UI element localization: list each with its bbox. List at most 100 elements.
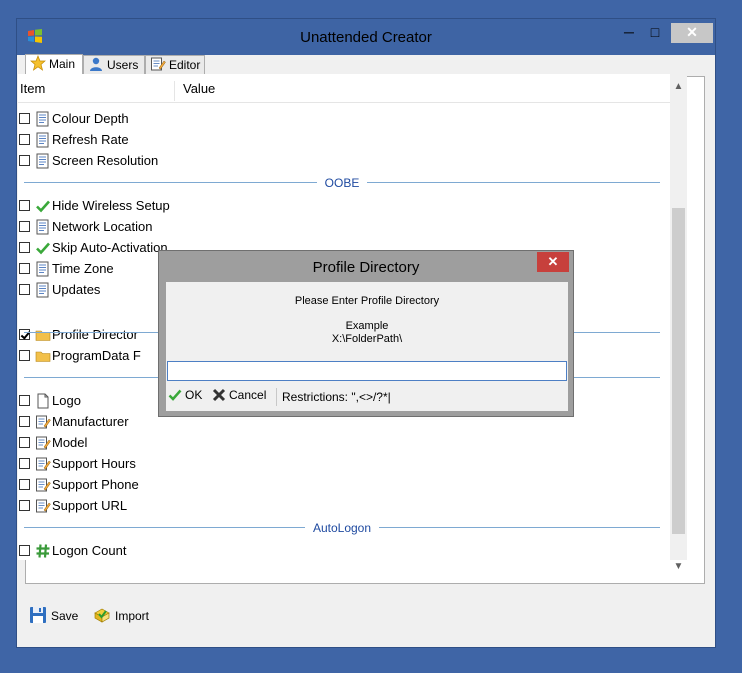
row-checkbox[interactable] xyxy=(19,395,30,406)
ok-button[interactable]: OK xyxy=(168,388,202,402)
row-label: Updates xyxy=(52,282,101,297)
tab-users[interactable]: Users xyxy=(83,55,145,75)
checkmark-icon xyxy=(168,389,182,401)
row-checkbox[interactable] xyxy=(19,284,30,295)
save-button[interactable]: Save xyxy=(29,605,78,627)
user-icon xyxy=(90,57,102,71)
profile-directory-input[interactable] xyxy=(167,361,567,381)
x-mark-icon xyxy=(212,388,226,402)
row-label: ProgramData F xyxy=(52,348,141,363)
star-icon xyxy=(30,55,46,71)
import-label: Import xyxy=(115,609,150,623)
row-label: Network Location xyxy=(52,219,153,234)
dialog-message: Please Enter Profile Directory xyxy=(294,295,440,307)
document-icon xyxy=(35,393,51,409)
list-item[interactable]: Logon Count xyxy=(18,541,670,560)
list-item[interactable]: Screen Resolution xyxy=(18,151,670,171)
import-button[interactable]: Import xyxy=(93,605,149,627)
row-label: Logon Count xyxy=(52,543,127,558)
folder-icon xyxy=(35,348,51,364)
group-header-autologon: AutoLogon xyxy=(24,520,660,535)
tab-main-label: Main xyxy=(49,57,76,71)
list-icon xyxy=(35,219,51,235)
dialog-close-button[interactable]: ✕ xyxy=(537,252,569,272)
group-header-oobe: OOBE xyxy=(24,175,660,190)
row-label: Logo xyxy=(52,393,81,408)
row-checkbox[interactable] xyxy=(19,350,30,361)
row-label: Time Zone xyxy=(52,261,114,276)
row-checkbox[interactable] xyxy=(19,479,30,490)
list-icon xyxy=(35,111,51,127)
maximize-button[interactable]: □ xyxy=(643,23,667,43)
row-checkbox[interactable] xyxy=(19,221,30,232)
list-icon xyxy=(35,153,51,169)
row-checkbox[interactable] xyxy=(19,416,30,427)
edit-icon xyxy=(35,477,51,493)
window-title: Unattended Creator xyxy=(300,29,432,46)
column-header-value[interactable]: Value xyxy=(183,81,215,96)
row-checkbox[interactable] xyxy=(19,155,30,166)
import-icon xyxy=(94,608,110,623)
edit-icon xyxy=(35,498,51,514)
profile-directory-dialog: Profile Directory ✕ Please Enter Profile… xyxy=(158,250,574,417)
list-item[interactable]: Colour Depth xyxy=(18,109,670,129)
scroll-up-icon[interactable]: ▲ xyxy=(670,78,687,95)
row-checkbox[interactable] xyxy=(19,200,30,211)
list-item[interactable]: Support Phone xyxy=(18,475,670,495)
column-header-item[interactable]: Item xyxy=(20,81,175,101)
cancel-button[interactable]: Cancel xyxy=(212,388,266,402)
list-item[interactable]: Model xyxy=(18,433,670,453)
row-checkbox[interactable] xyxy=(19,500,30,511)
example-label: Example xyxy=(345,320,389,332)
edit-icon xyxy=(35,456,51,472)
save-label: Save xyxy=(51,609,79,623)
row-checkbox[interactable] xyxy=(19,242,30,253)
toolbar-separator xyxy=(276,388,277,406)
cancel-label: Cancel xyxy=(229,388,267,402)
row-label: Support Phone xyxy=(52,477,139,492)
list-item[interactable]: Support URL xyxy=(18,496,670,516)
row-checkbox[interactable] xyxy=(19,113,30,124)
scrollbar-thumb[interactable] xyxy=(672,208,685,534)
hash-icon xyxy=(35,543,51,559)
row-label: Support Hours xyxy=(52,456,136,471)
row-label: Support URL xyxy=(52,498,128,513)
tab-editor[interactable]: Editor xyxy=(145,55,205,75)
edit-icon xyxy=(35,435,51,451)
list-icon xyxy=(35,132,51,148)
floppy-icon xyxy=(30,607,46,623)
row-checkbox[interactable] xyxy=(19,437,30,448)
row-label: Colour Depth xyxy=(52,111,129,126)
checkmark-icon xyxy=(35,240,51,256)
restrictions-text: Restrictions: ",<>/?*| xyxy=(282,390,391,404)
row-label: Refresh Rate xyxy=(52,132,129,147)
list-item[interactable]: Network Location xyxy=(18,217,670,237)
ok-label: OK xyxy=(185,388,203,402)
title-bar: Unattended Creator ─ □ ✕ xyxy=(17,19,715,55)
example-value: X:\FolderPath\ xyxy=(331,333,403,345)
row-label: Model xyxy=(52,435,88,450)
row-checkbox[interactable] xyxy=(19,545,30,556)
list-scrollbar[interactable]: ▲ ▼ xyxy=(670,74,687,572)
editor-icon xyxy=(151,57,166,71)
close-button[interactable]: ✕ xyxy=(671,23,713,43)
row-checkbox[interactable] xyxy=(19,134,30,145)
list-header: Item Value xyxy=(18,74,670,103)
row-checkbox[interactable] xyxy=(19,458,30,469)
dialog-toolbar: OK Cancel Restrictions: ",<>/?*| xyxy=(166,384,568,410)
row-label: Skip Auto-Activation xyxy=(52,240,168,255)
tab-main[interactable]: Main xyxy=(25,54,83,76)
list-icon xyxy=(35,282,51,298)
dialog-body: Please Enter Profile Directory Example X… xyxy=(166,282,568,411)
minimize-button[interactable]: ─ xyxy=(617,23,641,43)
row-label: Screen Resolution xyxy=(52,153,159,168)
row-checkbox[interactable] xyxy=(19,263,30,274)
tab-editor-label: Editor xyxy=(169,58,201,72)
row-label: Manufacturer xyxy=(52,414,129,429)
list-item[interactable]: Hide Wireless Setup xyxy=(18,196,670,216)
list-item[interactable]: Support Hours xyxy=(18,454,670,474)
list-item[interactable]: Refresh Rate xyxy=(18,130,670,150)
scroll-down-icon[interactable]: ▼ xyxy=(670,558,687,575)
checkmark-icon xyxy=(35,198,51,214)
edit-icon xyxy=(35,414,51,430)
